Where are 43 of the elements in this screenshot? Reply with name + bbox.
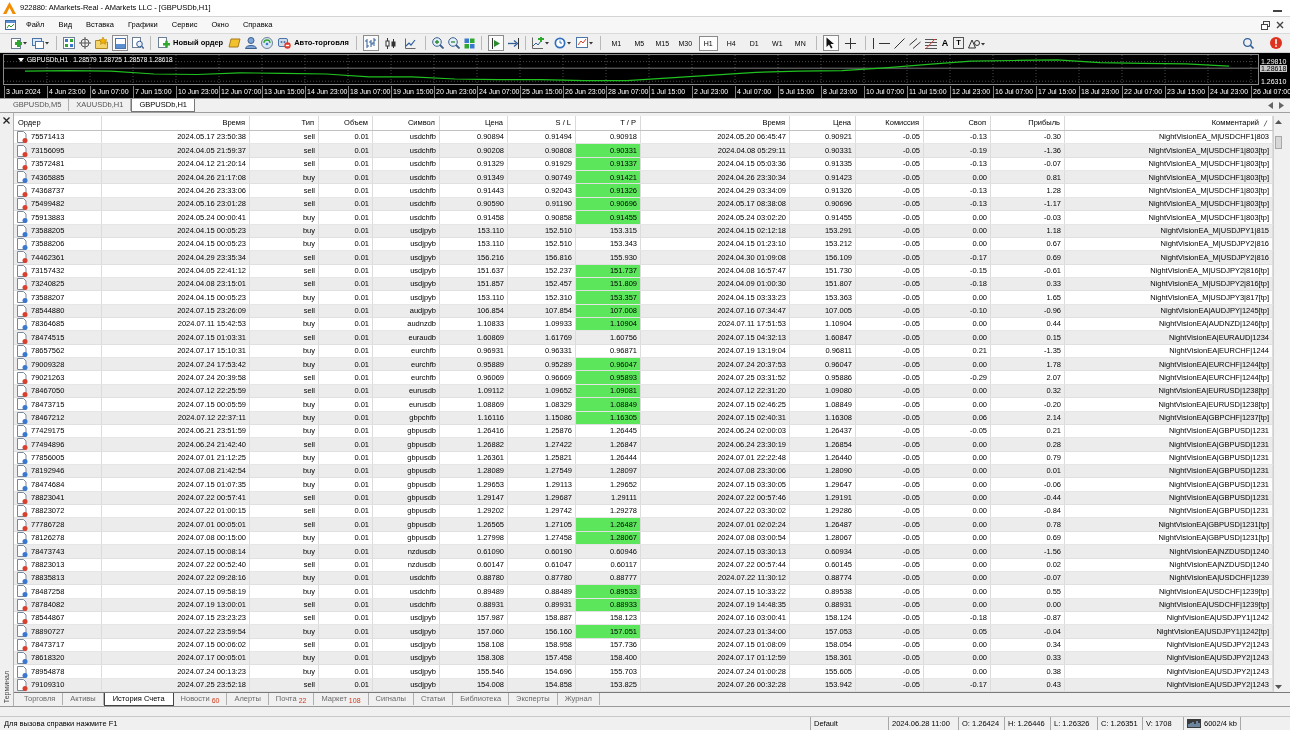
- robot-stop-icon[interactable]: [278, 37, 292, 49]
- close-icon[interactable]: [1276, 21, 1284, 29]
- scroll-down-icon[interactable]: [1274, 685, 1282, 689]
- ingot-icon[interactable]: [228, 38, 242, 48]
- text-tool-button[interactable]: A: [940, 38, 950, 48]
- trendline-icon[interactable]: [893, 37, 905, 49]
- document-plus-icon[interactable]: [158, 37, 170, 49]
- left-arrow-icon[interactable]: [1268, 102, 1273, 109]
- windows-dropdown-icon[interactable]: [32, 36, 50, 50]
- alert-icon[interactable]: [1270, 37, 1282, 49]
- search-icon[interactable]: [1243, 37, 1254, 49]
- document-magnifier-icon[interactable]: [132, 37, 144, 49]
- cursor-icon[interactable]: [826, 37, 836, 49]
- person-icon[interactable]: [245, 37, 258, 49]
- chart-window-icon[interactable]: [5, 20, 16, 30]
- shapes-dropdown-icon[interactable]: [967, 37, 986, 49]
- scroll-thumb[interactable]: [1274, 136, 1282, 149]
- sort-indicator-icon: [1263, 119, 1268, 127]
- zoom-out-icon[interactable]: [447, 37, 460, 49]
- scrollbar[interactable]: [1273, 116, 1282, 692]
- close-icon[interactable]: [3, 117, 10, 124]
- clock-dropdown-icon[interactable]: [553, 37, 572, 49]
- vertical-line-icon[interactable]: [871, 37, 875, 49]
- horizontal-line-icon[interactable]: [878, 41, 890, 45]
- zoom-in-icon[interactable]: [431, 37, 444, 49]
- right-arrow-icon[interactable]: [1279, 102, 1284, 109]
- channel-icon[interactable]: [908, 37, 921, 49]
- cursor-tool-button[interactable]: [822, 35, 839, 51]
- scroll-up-icon[interactable]: [1274, 120, 1282, 124]
- star-folder-icon[interactable]: [95, 37, 108, 49]
- auto-scroll-icon[interactable]: [507, 37, 519, 49]
- dropdown-triangle-icon[interactable]: [18, 58, 24, 63]
- restore-icon[interactable]: [1261, 20, 1270, 30]
- signal-disc-icon[interactable]: [261, 37, 274, 49]
- template-dropdown-icon[interactable]: [575, 37, 594, 49]
- target-icon[interactable]: [79, 37, 91, 49]
- tile-windows-icon[interactable]: [463, 37, 475, 49]
- quotes-grid-icon[interactable]: [63, 37, 75, 49]
- new-chart-icon[interactable]: [10, 36, 28, 50]
- connection-bars-icon: [1187, 719, 1201, 728]
- fibonacci-icon[interactable]: [924, 37, 937, 49]
- app-logo-icon: [3, 2, 16, 14]
- add-indicator-icon[interactable]: [531, 37, 550, 49]
